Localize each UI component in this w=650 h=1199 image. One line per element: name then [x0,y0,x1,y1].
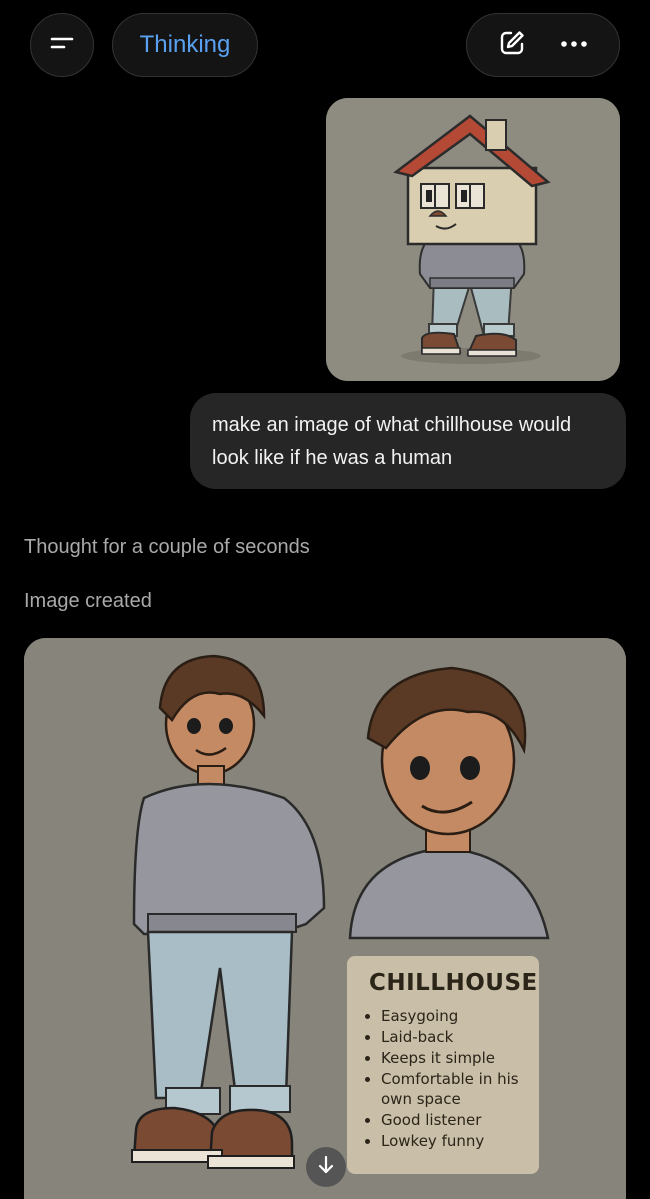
more-icon [559,36,589,54]
scroll-to-bottom-button[interactable] [306,1147,346,1187]
image-created-status: Image created [24,590,152,612]
model-label: Thinking [139,31,231,58]
arrow-down-icon [317,1155,335,1180]
trait-item: Easygoing [381,1006,527,1026]
card-title: CHILLHOUSE [369,970,538,996]
trait-item: Keeps it simple [381,1048,527,1068]
menu-icon [49,33,75,58]
thought-status[interactable]: Thought for a couple of seconds [24,536,310,559]
character-card: CHILLHOUSE Easygoing Laid-back Keeps it … [347,956,539,1174]
trait-item: Laid-back [381,1027,527,1047]
edit-icon [497,28,527,63]
user-message-text: make an image of what chillhouse would l… [212,414,572,469]
trait-item: Lowkey funny [381,1131,527,1151]
trait-item: Comfortable in his own space [381,1069,527,1109]
trait-item: Good listener [381,1110,527,1130]
new-chat-button[interactable] [492,25,532,65]
model-selector-button[interactable]: Thinking [112,13,258,77]
trait-list: Easygoing Laid-back Keeps it simple Comf… [367,1006,527,1151]
more-options-button[interactable] [554,25,594,65]
generated-image[interactable]: CHILLHOUSE Easygoing Laid-back Keeps it … [24,638,626,1199]
top-bar: Thinking [0,0,650,90]
user-message-bubble: make an image of what chillhouse would l… [190,393,626,489]
actions-group [466,13,620,77]
menu-button[interactable] [30,13,94,77]
house-character-image[interactable] [326,98,620,381]
